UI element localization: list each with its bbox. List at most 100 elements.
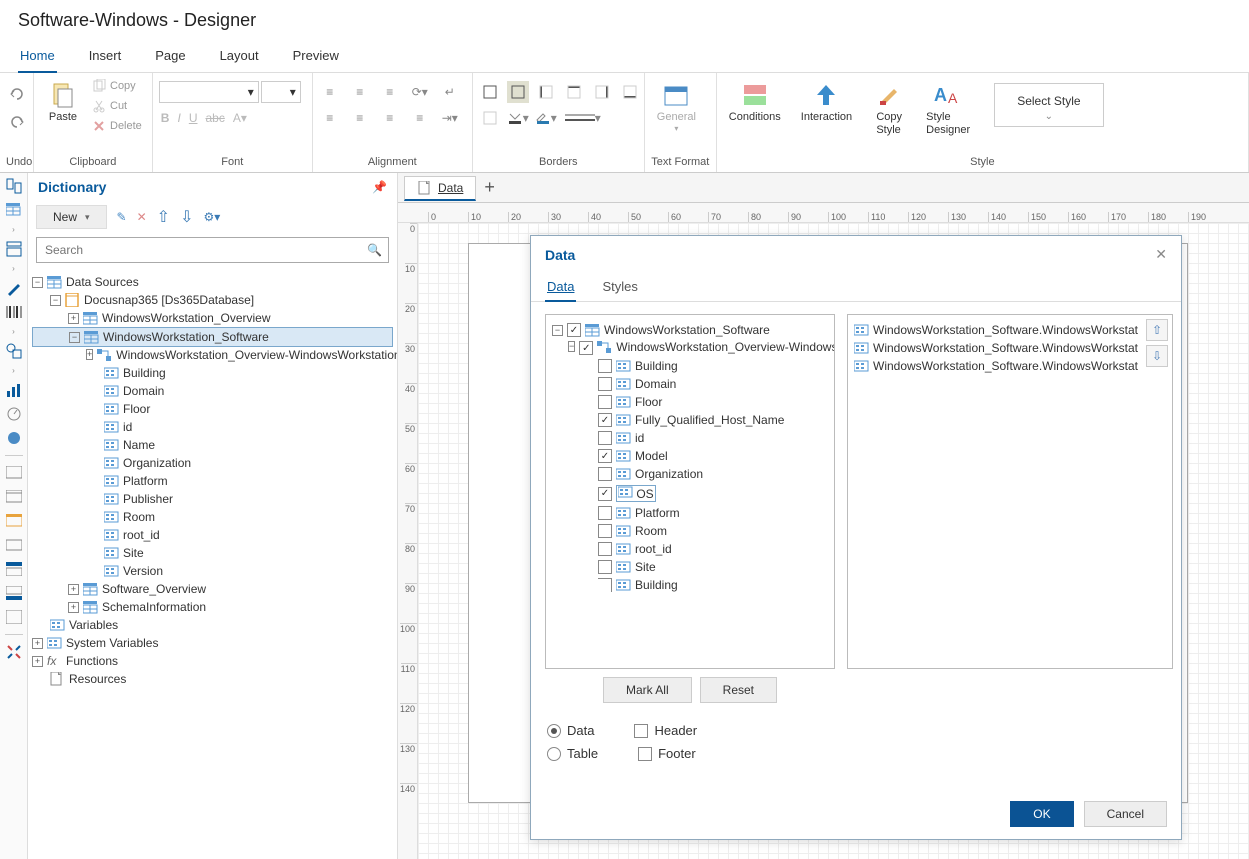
redo-icon[interactable] — [6, 111, 28, 133]
checkbox[interactable] — [598, 506, 612, 520]
delete-x-icon[interactable]: ✕ — [137, 210, 147, 224]
new-button[interactable]: New▾ — [36, 205, 107, 229]
tool-pen-icon[interactable] — [5, 279, 23, 297]
selected-field[interactable]: WindowsWorkstation_Software.WindowsWorks… — [852, 357, 1140, 375]
reset-button[interactable]: Reset — [700, 677, 777, 703]
field-row[interactable]: id — [550, 429, 830, 447]
dictionary-tree[interactable]: −Data Sources −Docusnap365 [Ds365Databas… — [28, 267, 397, 859]
border-color-icon[interactable]: ▾ — [535, 107, 557, 129]
field-row[interactable]: ✓ OS — [550, 483, 830, 504]
expander[interactable]: + — [32, 656, 43, 667]
expander[interactable]: − — [50, 295, 61, 306]
checkbox[interactable] — [598, 524, 612, 538]
checkbox[interactable]: ✓ — [579, 341, 593, 355]
field-row[interactable]: Domain — [550, 375, 830, 393]
field-tree[interactable]: −✓WindowsWorkstation_Software −✓WindowsW… — [545, 314, 835, 669]
align-just-icon[interactable]: ≡ — [409, 107, 431, 129]
edit-icon[interactable]: ✎ — [117, 210, 127, 224]
border-none-icon[interactable] — [507, 81, 529, 103]
tool-layout-icon[interactable] — [5, 240, 23, 258]
paste-button[interactable]: Paste — [40, 77, 86, 128]
expander[interactable]: − — [69, 332, 80, 343]
tree-field[interactable]: Version — [32, 562, 393, 580]
align-right-icon[interactable]: ≡ — [379, 107, 401, 129]
tool-barcode-icon[interactable] — [5, 303, 23, 321]
align-bot-icon[interactable]: ≡ — [379, 81, 401, 103]
mark-all-button[interactable]: Mark All — [603, 677, 692, 703]
dialog-tab-styles[interactable]: Styles — [600, 275, 639, 301]
checkbox[interactable] — [598, 467, 612, 481]
border-all-icon[interactable] — [479, 81, 501, 103]
tree-field[interactable]: root_id — [32, 526, 393, 544]
strike-button[interactable]: abc — [205, 111, 224, 125]
search-input[interactable]: 🔍 — [36, 237, 389, 263]
tree-field[interactable]: Site — [32, 544, 393, 562]
tool-shape-icon[interactable] — [5, 342, 23, 360]
indent-icon[interactable]: ⇥▾ — [439, 107, 461, 129]
checkbox[interactable]: ✓ — [567, 323, 581, 337]
move-up-button[interactable]: ⇧ — [1146, 319, 1168, 341]
general-format-button[interactable]: General▾ — [651, 77, 702, 138]
cancel-button[interactable]: Cancel — [1084, 801, 1167, 827]
field-row[interactable]: Platform — [550, 504, 830, 522]
expander[interactable]: + — [68, 313, 79, 324]
pin-icon[interactable]: 📌 — [372, 180, 387, 194]
field-row[interactable]: Building — [550, 357, 830, 375]
selected-field[interactable]: WindowsWorkstation_Software.WindowsWorks… — [852, 321, 1140, 339]
menu-page[interactable]: Page — [153, 44, 187, 72]
up-arrow-icon[interactable]: ⇧ — [157, 207, 170, 227]
conditions-button[interactable]: Conditions — [723, 77, 787, 128]
field-row[interactable]: root_id — [550, 540, 830, 558]
tree-field[interactable]: Floor — [32, 400, 393, 418]
radio-table[interactable]: Table — [547, 746, 598, 761]
menu-home[interactable]: Home — [18, 44, 57, 73]
field-row[interactable]: ✓Model — [550, 447, 830, 465]
tree-field[interactable]: id — [32, 418, 393, 436]
checkbox[interactable] — [598, 560, 612, 574]
checkbox[interactable]: ✓ — [598, 487, 612, 501]
align-mid-icon[interactable]: ≡ — [349, 81, 371, 103]
selected-field[interactable]: WindowsWorkstation_Software.WindowsWorks… — [852, 339, 1140, 357]
down-arrow-icon[interactable]: ⇩ — [180, 207, 193, 227]
italic-button[interactable]: I — [177, 111, 180, 125]
expander[interactable]: − — [32, 277, 43, 288]
tool-a-icon[interactable] — [5, 464, 23, 482]
tool-sphere-icon[interactable] — [5, 429, 23, 447]
tool-chart-icon[interactable] — [5, 381, 23, 399]
field-row[interactable]: Floor — [550, 393, 830, 411]
copy-style-button[interactable]: Copy Style — [866, 77, 912, 141]
field-row[interactable]: Organization — [550, 465, 830, 483]
expander[interactable]: + — [68, 584, 79, 595]
font-size-select[interactable]: ▾ — [261, 81, 301, 103]
tool-g-icon[interactable] — [5, 608, 23, 626]
border-t-icon[interactable] — [563, 81, 585, 103]
checkbox[interactable] — [598, 359, 612, 373]
checkbox[interactable]: ✓ — [598, 413, 612, 427]
expander[interactable]: + — [32, 638, 43, 649]
tool-b-icon[interactable] — [5, 488, 23, 506]
tree-field[interactable]: Room — [32, 508, 393, 526]
border-b-icon[interactable] — [619, 81, 641, 103]
menu-insert[interactable]: Insert — [87, 44, 124, 72]
tool-c-icon[interactable] — [5, 512, 23, 530]
interaction-button[interactable]: Interaction — [795, 77, 858, 128]
add-tab-button[interactable]: + — [476, 177, 503, 198]
border-outline-icon[interactable] — [479, 107, 501, 129]
underline-button[interactable]: U — [189, 111, 198, 125]
check-footer[interactable]: Footer — [638, 746, 696, 761]
tree-field[interactable]: Platform — [32, 472, 393, 490]
tree-field[interactable]: Publisher — [32, 490, 393, 508]
undo-icon[interactable] — [6, 83, 28, 105]
align-center-icon[interactable]: ≡ — [349, 107, 371, 129]
tool-gauge-icon[interactable] — [5, 405, 23, 423]
tree-field[interactable]: Domain — [32, 382, 393, 400]
gear-icon[interactable]: ⚙▾ — [203, 210, 220, 224]
rotate-icon[interactable]: ⟳▾ — [409, 81, 431, 103]
field-row[interactable]: Building — [550, 576, 830, 594]
menu-layout[interactable]: Layout — [218, 44, 261, 72]
bold-button[interactable]: B — [161, 111, 170, 125]
checkbox[interactable]: ✓ — [598, 449, 612, 463]
radio-data[interactable]: Data — [547, 723, 594, 738]
align-top-icon[interactable]: ≡ — [319, 81, 341, 103]
border-style-icon[interactable]: ▾ — [563, 107, 603, 129]
